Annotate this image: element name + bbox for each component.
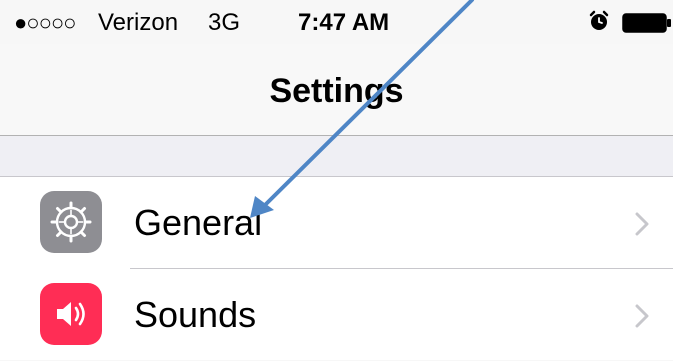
network-type: 3G — [208, 9, 241, 36]
chevron-right-icon — [635, 212, 649, 236]
signal-strength: ●○○○○ — [14, 10, 76, 35]
status-time: 7:47 AM — [298, 9, 390, 36]
section-spacer — [0, 136, 673, 176]
chevron-right-icon — [635, 304, 649, 328]
settings-item-general[interactable]: General — [0, 177, 673, 269]
gear-icon — [40, 191, 102, 253]
status-bar: ●○○○○ Verizon 3G 7:47 AM — [0, 0, 673, 44]
alarm-clock-icon — [589, 10, 609, 30]
settings-item-sounds[interactable]: Sounds — [0, 269, 673, 361]
settings-list: General Sounds — [0, 177, 673, 360]
settings-item-label: General — [134, 202, 263, 243]
carrier-name: Verizon — [98, 9, 179, 36]
battery-icon — [622, 13, 671, 33]
settings-item-label: Sounds — [134, 294, 257, 335]
page-title: Settings — [269, 72, 404, 110]
speaker-icon — [40, 283, 102, 345]
navigation-bar: Settings — [0, 44, 673, 136]
